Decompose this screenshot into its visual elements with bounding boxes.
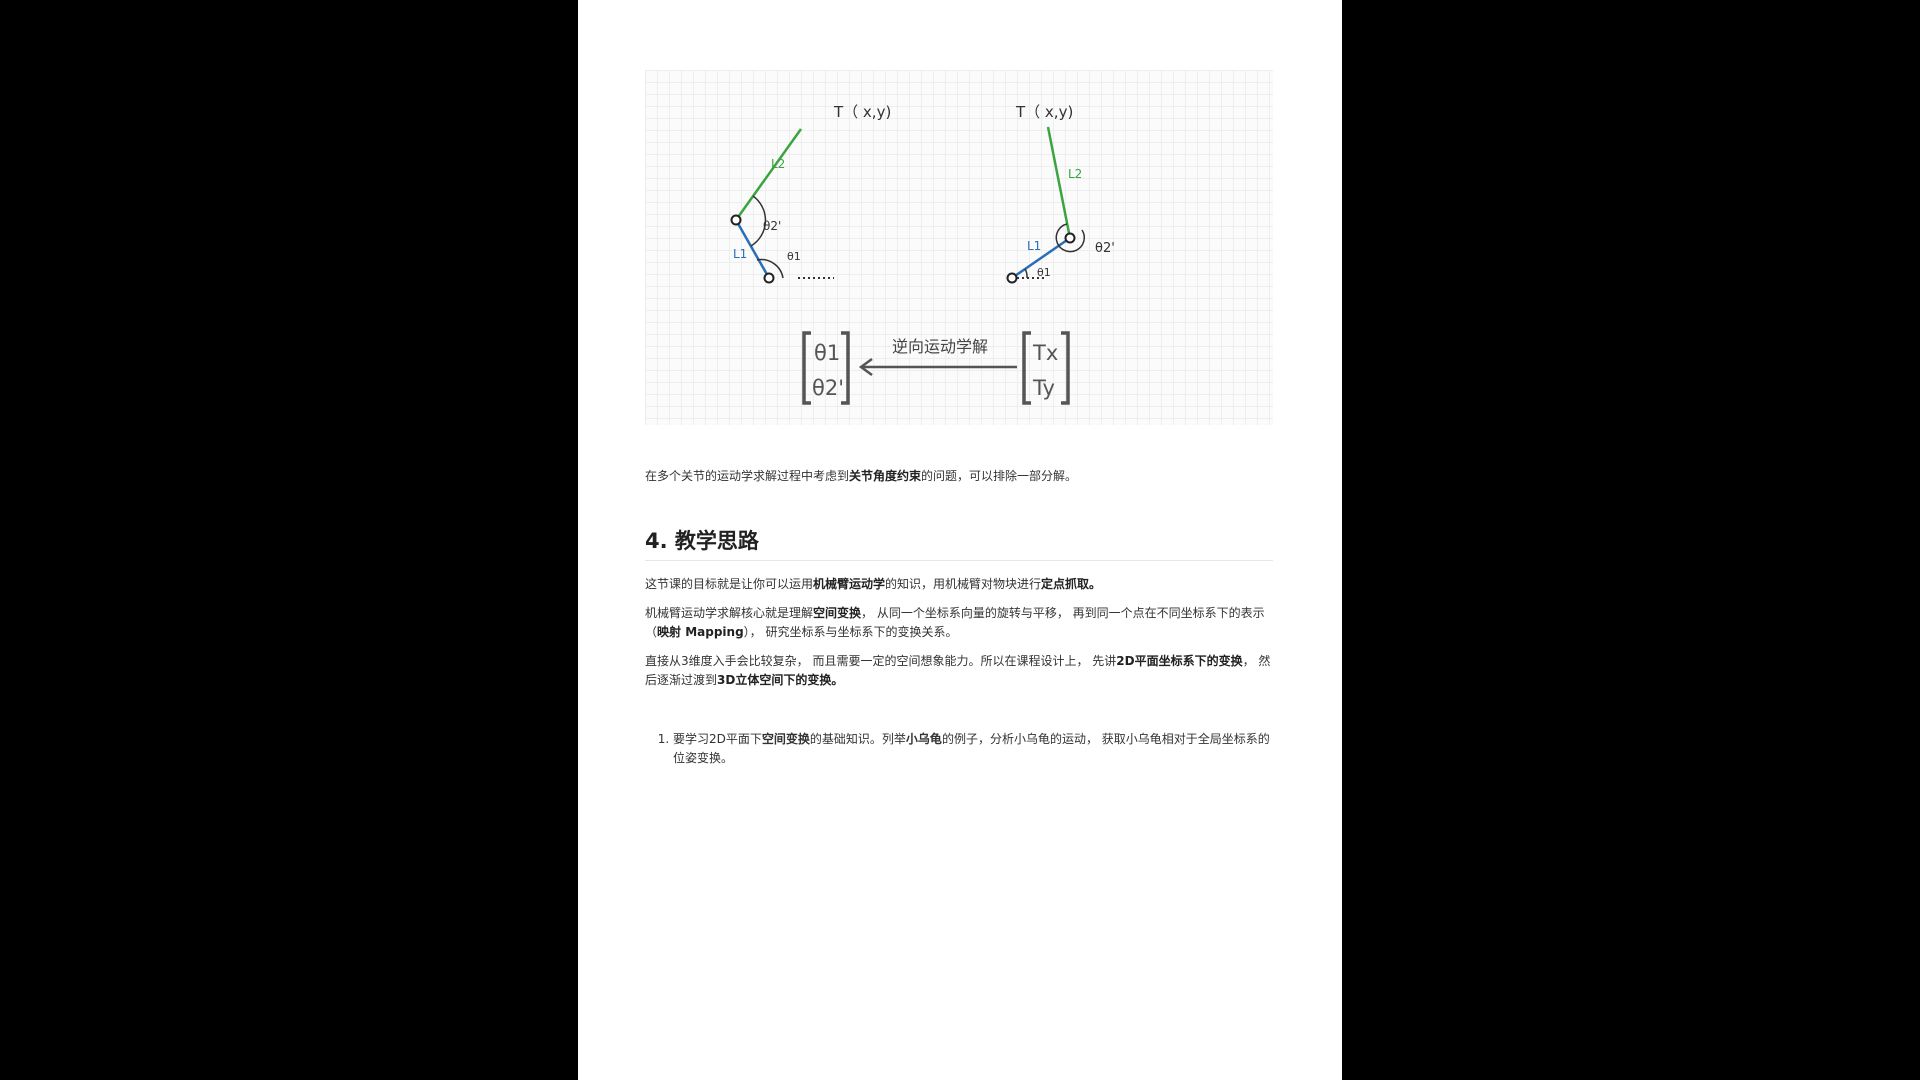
matrix-right-open-bracket — [1022, 331, 1031, 405]
matrix-right-close-bracket — [1061, 331, 1070, 405]
two-link-arm-diagram: T（ x,y) L2 L1 θ1 θ2' T（ x,y) L2 L1 θ1 θ2… — [730, 103, 1115, 405]
text-span: 的基础知识。列举 — [809, 732, 906, 746]
matrix-left-entry-1: θ1 — [814, 341, 840, 365]
right-theta1-label: θ1 — [1037, 266, 1051, 279]
arrow-label: 逆向运动学解 — [892, 337, 988, 356]
left-theta2-label: θ2' — [763, 219, 781, 233]
bold-mapping: 映射 Mapping — [657, 625, 744, 639]
bold-2d-transform: 2D平面坐标系下的变换 — [1116, 654, 1243, 668]
right-base-joint — [1006, 272, 1018, 284]
text-span: 机械臂运动学求解核心就是理解 — [645, 606, 814, 620]
bold-arm-kinematics: 机械臂运动学 — [813, 577, 886, 591]
paragraph-joint-constraint: 在多个关节的运动学求解过程中考虑到关节角度约束的问题，可以排除一部分解。 — [645, 467, 1273, 486]
text-span: 这节课的目标就是让你可以运用 — [645, 577, 814, 591]
text-span: 的知识，用机械臂对物块进行 — [885, 577, 1042, 591]
inverse-kinematics-equation: θ1 θ2' Tx Ty 逆向运动学解 — [802, 331, 1070, 405]
matrix-left-entry-2: θ2' — [812, 376, 844, 400]
paragraph-course-goal: 这节课的目标就是让你可以运用机械臂运动学的知识，用机械臂对物块进行定点抓取。 — [645, 575, 1273, 594]
list-item: 要学习2D平面下空间变换的基础知识。列举小乌龟的例子，分析小乌龟的运动， 获取小… — [673, 730, 1273, 768]
left-l1-label: L1 — [733, 247, 747, 261]
matrix-left-open-bracket — [802, 331, 811, 405]
right-arm: T（ x,y) L2 L1 θ1 θ2' — [1006, 103, 1115, 284]
bold-fixed-point-grasp: 定点抓取。 — [1041, 577, 1102, 591]
bold-3d-transform: 3D立体空间下的变换。 — [717, 673, 844, 687]
right-theta2-label: θ2' — [1095, 241, 1115, 256]
bold-turtle: 小乌龟 — [905, 732, 942, 746]
section-heading: 4. 教学思路 — [645, 528, 1273, 561]
matrix-right-entry-2: Ty — [1032, 376, 1055, 400]
text-span: ）， 研究坐标系与坐标系下的变换关系。 — [743, 625, 958, 639]
bold-joint-angle-constraint: 关节角度约束 — [849, 469, 922, 483]
teaching-steps-list: 要学习2D平面下空间变换的基础知识。列举小乌龟的例子，分析小乌龟的运动， 获取小… — [645, 730, 1273, 768]
text-span: 在多个关节的运动学求解过程中考虑到 — [645, 469, 850, 483]
document-page: T（ x,y) L2 L1 θ1 θ2' T（ x,y) L2 L1 θ1 θ2… — [578, 0, 1342, 1080]
left-base-joint — [763, 272, 775, 284]
left-target-label: T（ x,y) — [833, 103, 891, 121]
left-theta1-label: θ1 — [787, 250, 801, 263]
right-l2-label: L2 — [1068, 167, 1082, 181]
left-elbow-joint — [730, 214, 742, 226]
matrix-right-entry-1: Tx — [1032, 341, 1058, 365]
paragraph-core-concept: 机械臂运动学求解核心就是理解空间变换， 从同一个坐标系向量的旋转与平移， 再到同… — [645, 604, 1273, 642]
right-link-l2 — [1046, 126, 1072, 239]
text-span: 直接从3维度入手会比较复杂， 而且需要一定的空间想象能力。所以在课程设计上， 先… — [645, 654, 1117, 668]
right-l1-label: L1 — [1027, 239, 1041, 253]
inverse-kinematics-figure: T（ x,y) L2 L1 θ1 θ2' T（ x,y) L2 L1 θ1 θ2… — [645, 70, 1273, 425]
left-l2-label: L2 — [771, 157, 785, 171]
right-theta1-arc — [1024, 268, 1028, 279]
right-target-label: T（ x,y) — [1015, 103, 1073, 121]
right-elbow-joint — [1064, 232, 1076, 244]
text-span: 的问题，可以排除一部分解。 — [921, 469, 1078, 483]
text-span: 要学习2D平面下 — [673, 732, 762, 746]
bold-spatial-transform: 空间变换 — [761, 732, 810, 746]
document-content: T（ x,y) L2 L1 θ1 θ2' T（ x,y) L2 L1 θ1 θ2… — [645, 70, 1273, 768]
left-arm: T（ x,y) L2 L1 θ1 θ2' — [730, 103, 891, 284]
paragraph-course-design: 直接从3维度入手会比较复杂， 而且需要一定的空间想象能力。所以在课程设计上， 先… — [645, 652, 1273, 690]
left-link-l2 — [734, 128, 803, 221]
bold-spatial-transform: 空间变换 — [813, 606, 862, 620]
